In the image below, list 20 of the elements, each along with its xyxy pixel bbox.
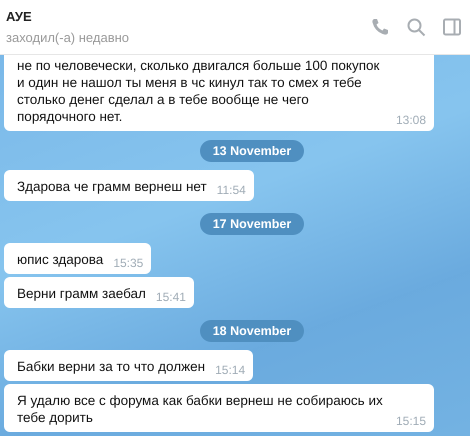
message-text: Я удалю все с форума как бабки вернеш не собираюсь их тебе дорить <box>17 392 384 426</box>
message-text: Здарова че грамм вернеш нет <box>17 178 207 195</box>
message-text: юпис здарова <box>17 251 104 268</box>
search-icon[interactable] <box>406 17 426 37</box>
date-separator: 17 November <box>200 213 304 235</box>
last-seen-status: заходил(-а) недавно <box>6 30 130 45</box>
message-text: Бабки верни за то что должен <box>17 358 206 375</box>
message-time: 13:08 <box>396 113 426 127</box>
message-time: 15:35 <box>113 256 144 270</box>
message-time: 15:15 <box>396 414 426 428</box>
message-time: 15:14 <box>215 363 246 377</box>
message-text: не по человечески, сколько двигался больше 100 покупок и один не нашол ты меня в чс кинул так то смех я тебе столько денег сделал а в тебе вообще не чего порядочного нет. <box>17 57 380 125</box>
message-text: Верни грамм заебал <box>17 285 146 302</box>
message-time: 15:41 <box>156 290 186 304</box>
date-separator: 13 November <box>200 140 304 162</box>
date-separator: 18 November <box>200 320 304 342</box>
message-time: 11:54 <box>216 183 246 197</box>
sidebar-icon[interactable] <box>442 17 462 37</box>
chat-title: АУЕ <box>6 9 33 24</box>
phone-icon[interactable] <box>370 17 390 37</box>
